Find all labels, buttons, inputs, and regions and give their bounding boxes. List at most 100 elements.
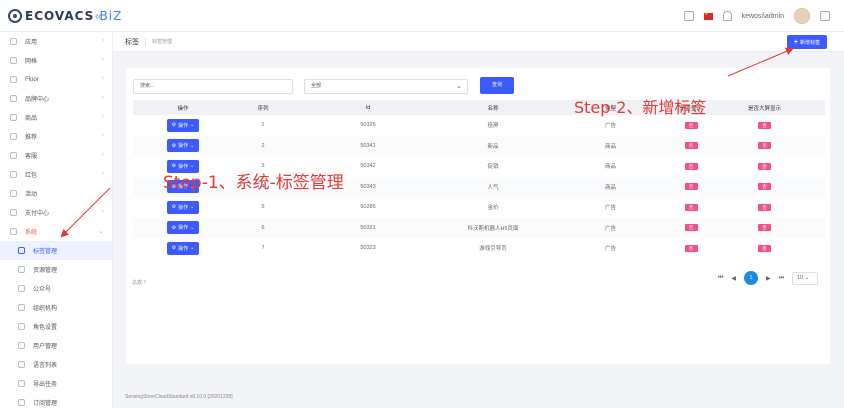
seq-cell: 2 <box>233 135 293 156</box>
avatar[interactable] <box>794 8 810 24</box>
chevron-down-icon: ⌄ <box>190 224 195 231</box>
prev-page-icon[interactable]: ◀ <box>731 275 736 282</box>
submenu-icon <box>18 323 25 330</box>
next-page-icon[interactable]: ▶ <box>766 275 771 282</box>
chevron-right-icon: › <box>101 151 104 158</box>
big-screen-cell: 否 <box>704 217 825 238</box>
annotation-step2: Step-2、新增标签 <box>574 98 707 117</box>
sidebar-item[interactable]: 活动 <box>0 184 112 203</box>
sidebar-subitem-label: 标签管理 <box>33 249 58 255</box>
status-badge: 否 <box>684 142 698 150</box>
breadcrumb-current[interactable]: 标签管理 <box>152 38 172 45</box>
sidebar-item[interactable]: 系统 ⌄ <box>0 222 112 241</box>
gear-icon: ⚙ <box>171 224 177 231</box>
operation-dropdown-button[interactable]: ⚙ 操作 ⌄ <box>166 241 200 255</box>
settings-grid-icon[interactable] <box>820 11 830 21</box>
content-card: 搜索... 全部 ⌄ 查询 操作 序列 Id 名称 类型 是否显示 是否大屏显示 ⚙ 操作 ⌄ 1… <box>126 68 830 364</box>
sidebar-subitem[interactable]: 标签管理 <box>0 241 112 260</box>
submenu-icon <box>18 304 25 311</box>
chevron-down-icon: ⌄ <box>190 204 195 211</box>
type-cell: 广告 <box>604 246 616 253</box>
type-cell: 商品 <box>604 164 616 171</box>
search-input[interactable]: 搜索... <box>133 79 293 94</box>
table-row: ⚙ 操作 ⌄ 1 50326 投屏 广告 否 否 <box>133 115 825 136</box>
collapse-sidebar-icon[interactable]: « <box>95 9 102 23</box>
chevron-right-icon: › <box>101 94 104 101</box>
name-cell: 游戏引导页 <box>479 246 507 253</box>
submenu-icon <box>18 342 25 349</box>
page-current[interactable]: 1 <box>743 271 758 285</box>
sidebar-subitem[interactable]: 角色设置 <box>0 317 112 336</box>
sidebar-item[interactable]: 商品 › <box>0 108 112 127</box>
sidebar-subitem[interactable]: 组织机构 <box>0 298 112 317</box>
operation-dropdown-button[interactable]: ⚙ 操作 ⌄ <box>166 221 200 235</box>
menu-icon <box>10 95 17 102</box>
status-badge: 否 <box>758 162 771 170</box>
sidebar-subitem[interactable]: 导出任务 <box>0 374 112 393</box>
show-cell: 否 <box>678 238 704 259</box>
sidebar-subitem[interactable]: 订阅管理 <box>0 393 112 408</box>
menu-icon <box>10 171 17 178</box>
page-size-select[interactable]: 10 ⌄ <box>792 271 818 285</box>
sidebar-item-label: Floor <box>25 76 39 83</box>
sidebar: 应用 › 网格 › Floor › 品牌中心 › 商品 › 推荐 › 客服 › 红包 › 活动 支付中心 › 系统 ⌄ 标… <box>0 32 113 408</box>
operation-dropdown-button[interactable]: ⚙ 操作 ⌄ <box>166 118 200 132</box>
submenu-icon <box>18 361 25 368</box>
sidebar-item[interactable]: 网格 › <box>0 51 112 70</box>
sidebar-item[interactable]: 客服 › <box>0 146 112 165</box>
seq-cell: 1 <box>261 122 265 129</box>
show-cell: 否 <box>678 197 704 218</box>
username[interactable]: kewosi\admin <box>742 13 784 20</box>
status-badge: 否 <box>684 121 698 129</box>
operation-dropdown-button[interactable]: ⚙ 操作 ⌄ <box>166 139 200 153</box>
sidebar-subitem-label: 资源管理 <box>33 268 58 274</box>
sidebar-item-label: 活动 <box>25 192 38 198</box>
chevron-right-icon: › <box>101 56 104 63</box>
table-header-row: 操作 序列 Id 名称 类型 是否显示 是否大屏显示 <box>133 100 825 115</box>
first-page-icon[interactable]: ⏮ <box>718 275 723 282</box>
big-screen-cell: 否 <box>704 197 825 218</box>
query-button[interactable]: 查询 <box>480 77 514 94</box>
type-cell: 广告 <box>604 123 616 130</box>
sidebar-subitem-label: 订阅管理 <box>33 401 58 407</box>
sidebar-subitem[interactable]: 公众号 <box>0 279 112 298</box>
sidebar-item[interactable]: 推荐 › <box>0 127 112 146</box>
sidebar-item[interactable]: 支付中心 › <box>0 203 112 222</box>
sidebar-subitem-label: 语言列表 <box>33 363 58 369</box>
menu-icon <box>10 57 17 64</box>
status-badge: 否 <box>758 183 771 191</box>
sidebar-subitem[interactable]: 用户管理 <box>0 336 112 355</box>
sidebar-item-label: 网格 <box>25 59 38 65</box>
type-cell: 商品 <box>543 176 678 197</box>
sidebar-subitem[interactable]: 语言列表 <box>0 355 112 374</box>
last-page-icon[interactable]: ⏭ <box>779 275 784 282</box>
id-cell: 50321 <box>293 217 443 238</box>
name-cell: 科沃斯机器人H5页面 <box>443 217 543 238</box>
sidebar-subitem[interactable]: 资源管理 <box>0 260 112 279</box>
sidebar-item[interactable]: 品牌中心 › <box>0 89 112 108</box>
operation-dropdown-button[interactable]: ⚙ 操作 ⌄ <box>166 200 200 214</box>
sidebar-item[interactable]: 红包 › <box>0 165 112 184</box>
sidebar-subitem-label: 导出任务 <box>33 382 58 388</box>
status-badge: 否 <box>758 203 771 211</box>
sidebar-subitem-label: 角色设置 <box>33 325 58 331</box>
sidebar-item-label: 红包 <box>25 173 38 179</box>
sidebar-item[interactable]: Floor › <box>0 70 112 89</box>
plus-icon: + <box>793 38 798 46</box>
sidebar-subitem-label: 公众号 <box>33 287 52 293</box>
type-select[interactable]: 全部 ⌄ <box>304 79 468 94</box>
gear-icon: ⚙ <box>171 122 177 129</box>
submenu-icon <box>18 399 25 406</box>
page-title: 标签 <box>125 38 139 46</box>
chevron-right-icon: › <box>101 170 104 177</box>
big-screen-cell: 否 <box>704 176 825 197</box>
fullscreen-icon[interactable] <box>683 11 694 21</box>
seq-cell: 5 <box>261 204 265 211</box>
add-tag-button[interactable]: + 新增标签 <box>786 35 827 49</box>
language-flag-icon[interactable] <box>703 11 713 20</box>
notification-bell-icon[interactable] <box>722 11 732 21</box>
status-badge: 否 <box>758 142 771 150</box>
sidebar-item[interactable]: 应用 › <box>0 32 112 51</box>
chevron-right-icon: › <box>101 75 104 82</box>
id-cell: 50285 <box>360 204 376 211</box>
